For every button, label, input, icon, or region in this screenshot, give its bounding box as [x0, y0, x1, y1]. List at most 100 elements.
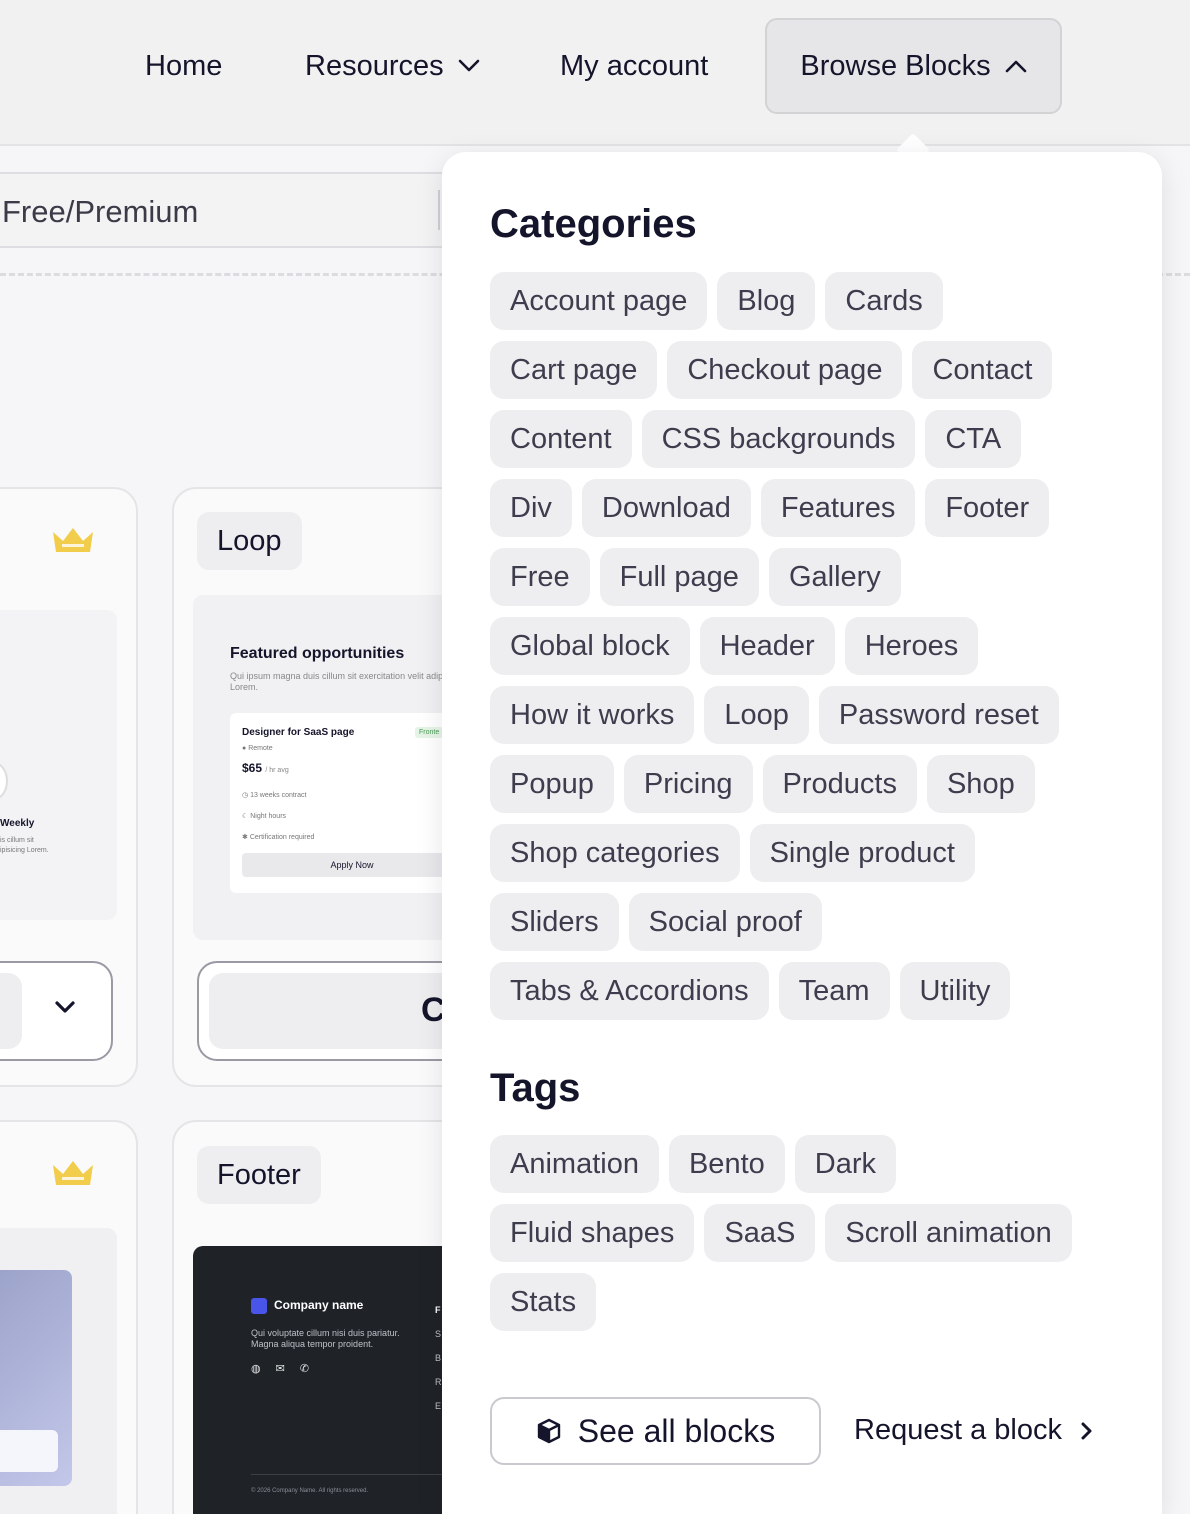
chevron-down-icon — [55, 1001, 75, 1013]
free-premium-filter[interactable]: Free/Premium — [0, 172, 460, 248]
tag-chip-animation[interactable]: Animation — [490, 1135, 659, 1193]
nav-home-link[interactable]: Home — [145, 44, 222, 88]
footer-column-item: S — [435, 1329, 442, 1339]
tag-chip-fluid-shapes[interactable]: Fluid shapes — [490, 1204, 695, 1262]
job-cert: ✱ Certification required — [242, 834, 315, 841]
preview-subtitle: Qui ipsum magna duis cillum sit exercita… — [230, 671, 463, 692]
category-chip-popup[interactable]: Popup — [490, 755, 614, 813]
top-navigation: Home Resources My account Browse Blocks — [0, 0, 1190, 146]
nav-my-account-link[interactable]: My account — [560, 44, 708, 88]
request-block-link[interactable]: Request a block — [854, 1414, 1094, 1447]
category-chip-team[interactable]: Team — [778, 962, 890, 1020]
category-chip-loop[interactable]: Loop — [704, 686, 809, 744]
category-chip-utility[interactable]: Utility — [899, 962, 1011, 1020]
category-chip-checkout-page[interactable]: Checkout page — [667, 341, 903, 399]
category-chip-global-block[interactable]: Global block — [490, 617, 690, 675]
job-badge: Fronte — [415, 727, 444, 738]
see-all-blocks-button[interactable]: See all blocks — [490, 1397, 821, 1465]
category-chip-download[interactable]: Download — [581, 479, 751, 537]
category-chip-contact[interactable]: Contact — [912, 341, 1053, 399]
crown-premium-icon — [53, 528, 93, 552]
job-card: Designer for SaaS page Fronte ● Remote $… — [230, 713, 463, 893]
filter-label: Free/Premium — [2, 194, 199, 229]
category-chip-content[interactable]: Content — [490, 410, 632, 468]
block-options-dropdown[interactable]: C — [197, 961, 477, 1061]
preview-title: Featured opportunities — [230, 645, 405, 662]
nav-browse-blocks-button[interactable]: Browse Blocks — [765, 18, 1062, 114]
block-options-dropdown[interactable] — [0, 961, 113, 1061]
job-price-value: $65 — [242, 761, 263, 775]
block-category-label: Loop — [197, 512, 302, 570]
nav-resources-label: Resources — [305, 49, 444, 82]
job-cert-text: Certification required — [249, 834, 315, 841]
job-contract: ◷ 13 weeks contract — [242, 792, 307, 799]
footer-copyright: © 2026 Company Name. All rights reserved… — [251, 1488, 369, 1494]
preview-weekly-text: is cillum sit ipisicing Lorem. — [0, 837, 49, 854]
category-chip-heroes[interactable]: Heroes — [844, 617, 979, 675]
category-chip-features[interactable]: Features — [760, 479, 916, 537]
cube-icon — [537, 1418, 560, 1444]
category-chip-pricing[interactable]: Pricing — [623, 755, 753, 813]
category-chip-shop-categories[interactable]: Shop categories — [490, 824, 740, 882]
block-action-button[interactable] — [0, 973, 22, 1049]
job-hours: ☾ Night hours — [242, 813, 287, 820]
tag-chip-bento[interactable]: Bento — [668, 1135, 785, 1193]
category-chip-full-page[interactable]: Full page — [599, 548, 759, 606]
category-chip-free[interactable]: Free — [490, 548, 590, 606]
job-location-text: Remote — [248, 745, 273, 752]
filter-divider — [438, 190, 440, 230]
tag-chip-scroll-animation[interactable]: Scroll animation — [825, 1204, 1072, 1262]
categories-list: Account page Blog Cards Cart page Checkout p… — [490, 272, 1110, 1020]
category-chip-how-it-works[interactable]: How it works — [490, 686, 695, 744]
category-chip-cart-page[interactable]: Cart page — [490, 341, 658, 399]
chevron-right-icon — [1081, 1422, 1092, 1439]
tag-chip-stats[interactable]: Stats — [490, 1273, 597, 1331]
category-chip-account-page[interactable]: Account page — [490, 272, 708, 330]
crown-premium-icon — [53, 1161, 93, 1185]
tag-chip-saas[interactable]: SaaS — [704, 1204, 816, 1262]
footer-column-item: B — [435, 1353, 442, 1363]
category-chip-social-proof[interactable]: Social proof — [628, 893, 822, 951]
category-chip-cards[interactable]: Cards — [825, 272, 943, 330]
category-chip-blog[interactable]: Blog — [717, 272, 816, 330]
see-all-blocks-label: See all blocks — [577, 1412, 776, 1449]
tag-chip-dark[interactable]: Dark — [794, 1135, 896, 1193]
category-chip-tabs-and-accordions[interactable]: Tabs & Accordions — [490, 962, 769, 1020]
chevron-down-icon — [458, 55, 480, 77]
nav-browse-blocks-label: Browse Blocks — [800, 49, 991, 82]
preview-weekly-heading: Weekly — [0, 818, 35, 829]
category-chip-single-product[interactable]: Single product — [749, 824, 975, 882]
job-price-unit: / hr avg — [265, 767, 289, 774]
category-chip-css-backgrounds[interactable]: CSS backgrounds — [641, 410, 916, 468]
gradient-preview-box — [0, 1430, 58, 1472]
browse-blocks-dropdown: Categories Account page Blog Cards Cart pag… — [442, 152, 1162, 1514]
loop-block-preview: Featured opportunities Qui ipsum magna d… — [193, 595, 463, 940]
nav-home-label: Home — [145, 49, 223, 82]
categories-heading: Categories — [490, 202, 697, 246]
footer-description: Qui voluptate cillum nisi duis pariatur.… — [251, 1328, 400, 1349]
category-chip-shop[interactable]: Shop — [926, 755, 1035, 813]
block-category-label: Footer — [197, 1146, 321, 1204]
footer-company-name: Company name — [274, 1298, 364, 1312]
category-chip-products[interactable]: Products — [762, 755, 917, 813]
tags-list: Animation Bento Dark Fluid shapes SaaS Scroll… — [490, 1135, 1110, 1331]
nav-my-account-label: My account — [560, 49, 709, 82]
footer-column-item: R — [435, 1377, 442, 1387]
category-chip-password-reset[interactable]: Password reset — [818, 686, 1059, 744]
job-title: Designer for SaaS page — [242, 727, 355, 738]
company-logo-icon — [251, 1298, 267, 1314]
apply-now-button: Apply Now — [242, 853, 462, 877]
category-chip-header[interactable]: Header — [699, 617, 835, 675]
job-price: $65 / hr avg — [242, 761, 289, 775]
category-chip-sliders[interactable]: Sliders — [490, 893, 619, 951]
chevron-up-icon — [1005, 55, 1027, 77]
footer-column-item: E — [435, 1401, 442, 1411]
category-chip-gallery[interactable]: Gallery — [768, 548, 901, 606]
footer-social-icons: ◍ ✉ ✆ — [251, 1363, 316, 1375]
category-chip-div[interactable]: Div — [490, 479, 572, 537]
category-chip-cta[interactable]: CTA — [925, 410, 1022, 468]
nav-resources-menu[interactable]: Resources — [305, 44, 480, 88]
job-location: ● Remote — [242, 745, 273, 752]
block-preview — [0, 610, 117, 920]
category-chip-footer[interactable]: Footer — [925, 479, 1050, 537]
